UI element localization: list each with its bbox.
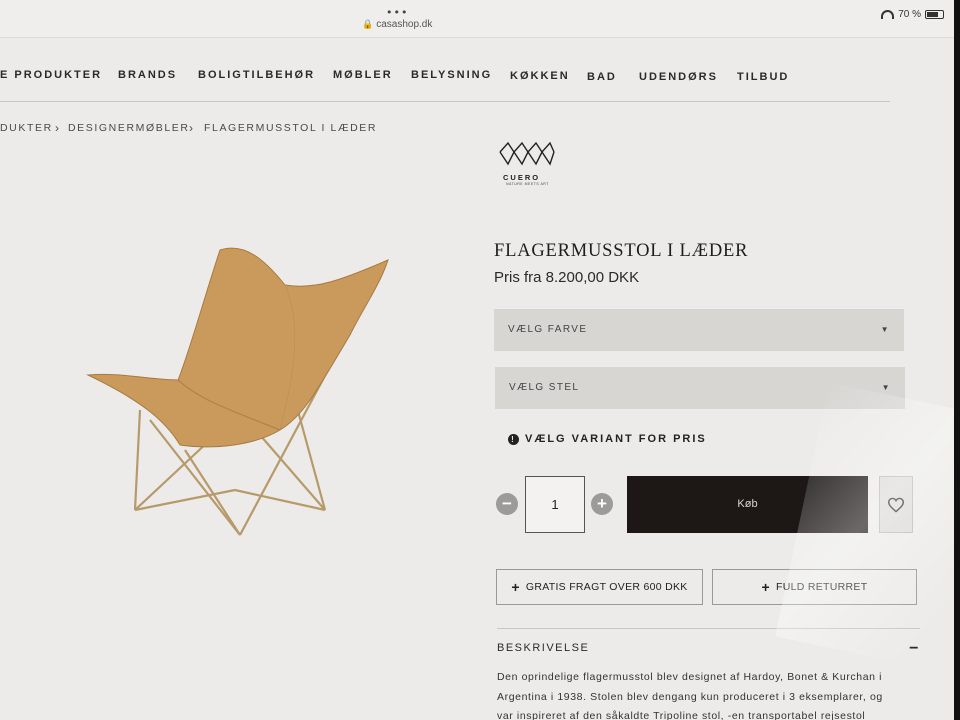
brand-name: CUERO xyxy=(503,173,541,182)
quantity-input[interactable]: 1 xyxy=(525,476,585,533)
nav-item-brands[interactable]: BRANDS xyxy=(118,69,177,81)
description-text: Den oprindelige flagermusstol blev desig… xyxy=(497,668,917,720)
battery-icon xyxy=(925,10,944,19)
browser-bar: ••• 🔒 casashop.dk 70 % xyxy=(0,0,960,38)
brand-tagline: NATURE MEETS ART xyxy=(506,182,549,186)
product-price: Pris fra 8.200,00 DKK xyxy=(494,269,640,286)
url-text: casashop.dk xyxy=(376,19,433,30)
color-select-label: VÆLG FARVE xyxy=(508,324,588,335)
nav-item-produkter[interactable]: E PRODUKTER xyxy=(0,69,102,81)
product-title: FLAGERMUSSTOL I LÆDER xyxy=(494,241,749,261)
nav-item-tilbud[interactable]: TILBUD xyxy=(737,71,789,83)
frame-select-label: VÆLG STEL xyxy=(509,382,580,393)
nav-item-belysning[interactable]: BELYSNING xyxy=(411,69,492,81)
description-line: Argentina i 1938. Stolen blev dengang ku… xyxy=(497,690,883,703)
quantity-increase-button[interactable]: + xyxy=(591,493,613,515)
nav-item-bad[interactable]: BAD xyxy=(587,71,617,83)
free-shipping-text: GRATIS FRAGT OVER 600 DKK xyxy=(525,581,688,593)
nav-item-boligtilbehor[interactable]: BOLIGTILBEHØR xyxy=(198,69,315,81)
variant-note-text: VÆLG VARIANT FOR PRIS xyxy=(525,433,707,445)
status-area: 70 % xyxy=(881,9,944,20)
breadcrumb-separator: › xyxy=(189,121,195,135)
frame-select[interactable]: VÆLG STEL ▼ xyxy=(495,367,905,409)
caret-down-icon: ▼ xyxy=(880,325,890,334)
tablet-screen: ••• 🔒 casashop.dk 70 % E PRODUKTER BRANDS… xyxy=(0,0,960,720)
free-shipping-badge[interactable]: + GRATIS FRAGT OVER 600 DKK xyxy=(496,569,703,605)
breadcrumb-item[interactable]: DUKTER xyxy=(0,122,53,134)
address-bar[interactable]: 🔒 casashop.dk xyxy=(362,19,432,30)
color-select[interactable]: VÆLG FARVE ▼ xyxy=(494,309,904,351)
plus-icon: + xyxy=(761,579,771,595)
caret-down-icon: ▼ xyxy=(881,383,891,392)
alert-icon: ! xyxy=(508,433,519,445)
description-line: Den oprindelige flagermusstol blev desig… xyxy=(497,671,883,683)
battery-percent: 70 % xyxy=(898,9,921,20)
breadcrumb-item[interactable]: DESIGNERMØBLER xyxy=(68,122,190,134)
nav-item-kokken[interactable]: KØKKEN xyxy=(510,70,570,82)
variant-notice: ! VÆLG VARIANT FOR PRIS xyxy=(508,433,707,445)
nav-item-mobler[interactable]: MØBLER xyxy=(333,69,393,81)
description-toggle[interactable]: BESKRIVELSE − xyxy=(497,628,920,657)
main-nav: E PRODUKTER BRANDS BOLIGTILBEHØR MØBLER … xyxy=(0,62,890,102)
lock-icon: 🔒 xyxy=(362,19,374,29)
wishlist-button[interactable] xyxy=(879,476,913,533)
breadcrumb-separator: › xyxy=(55,121,61,135)
description-heading: BESKRIVELSE xyxy=(497,642,590,654)
product-image[interactable] xyxy=(80,240,400,550)
buy-button[interactable]: Køb xyxy=(627,476,868,533)
wifi-icon xyxy=(881,10,895,19)
nav-item-udendors[interactable]: UDENDØRS xyxy=(639,71,718,83)
collapse-icon: − xyxy=(909,640,920,657)
returns-badge[interactable]: + FULD RETURRET xyxy=(712,569,917,605)
device-bezel xyxy=(954,0,960,720)
plus-icon: + xyxy=(511,579,520,595)
description-line: var inspireret af den såkaldte Tripoline… xyxy=(497,710,866,720)
heart-icon xyxy=(887,497,905,513)
tab-dots-icon[interactable]: ••• xyxy=(386,6,408,19)
breadcrumb-current: FLAGERMUSSTOL I LÆDER xyxy=(204,122,378,134)
quantity-decrease-button[interactable]: − xyxy=(496,493,518,515)
returns-text: FULD RETURRET xyxy=(776,581,868,593)
